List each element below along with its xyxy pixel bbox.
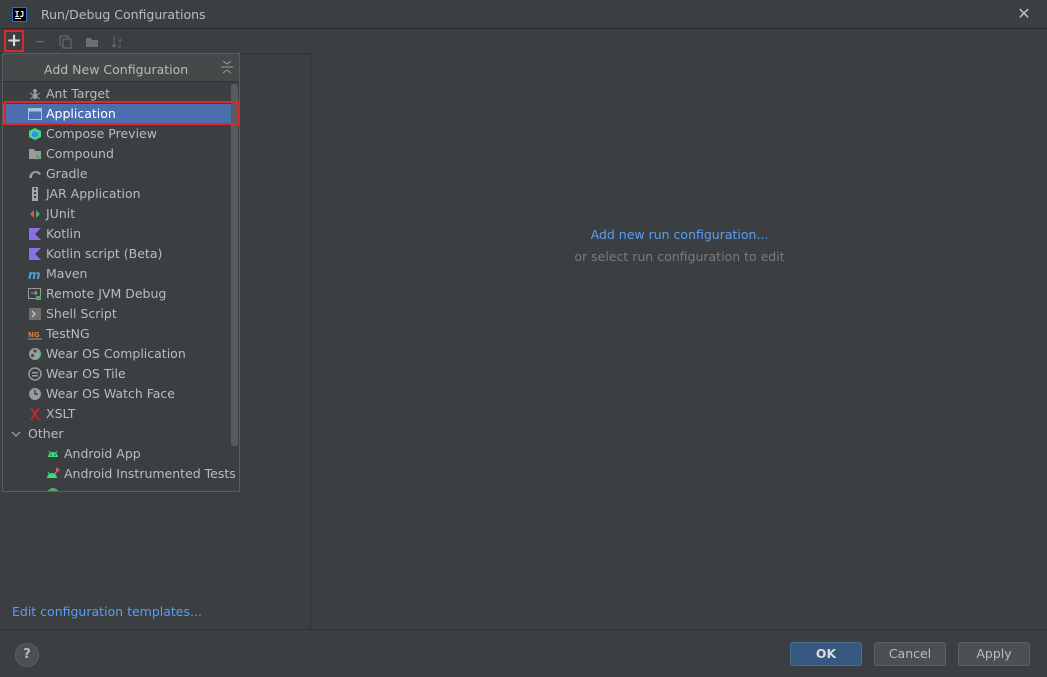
list-item-gradle[interactable]: Gradle — [3, 164, 231, 184]
copy-icon — [59, 35, 72, 49]
popup-title: Add New Configuration — [44, 62, 189, 77]
remote-debug-icon — [28, 288, 41, 300]
window-title: Run/Debug Configurations — [41, 7, 206, 22]
list-item-maven[interactable]: m Maven — [3, 264, 231, 284]
list-item-label: Wear OS Watch Face — [46, 386, 175, 401]
wear-complication-icon — [29, 348, 41, 360]
list-item-label: Remote JVM Debug — [46, 286, 167, 301]
list-item-shell-script[interactable]: Shell Script — [3, 304, 231, 324]
list-item-label: Android App — [64, 446, 141, 461]
list-item-label: Android Instrumented Tests — [64, 466, 236, 481]
configuration-editor-panel: Add new run configuration... or select r… — [312, 29, 1047, 629]
config-toolbar: + − az — [0, 29, 311, 54]
list-item-compound[interactable]: Compound — [3, 144, 231, 164]
list-item-label: Shell Script — [46, 306, 117, 321]
svg-text:NG: NG — [28, 331, 40, 339]
list-item-label: Maven — [46, 266, 88, 281]
list-item-label: JUnit — [46, 206, 76, 221]
list-item-label: Kotlin script (Beta) — [46, 246, 163, 261]
sort-configurations-button[interactable]: az — [108, 32, 128, 52]
configuration-type-list: Ant Target Application Compose Preview C… — [3, 83, 239, 491]
groovy-icon — [47, 488, 59, 491]
dialog-footer: ? OK Cancel Apply — [0, 629, 1047, 677]
add-new-configuration-popup: Add New Configuration Ant Target Applica… — [2, 53, 240, 492]
popup-scrollbar[interactable] — [231, 84, 238, 446]
compound-icon — [29, 149, 41, 160]
select-configuration-hint: or select run configuration to edit — [574, 249, 785, 264]
list-item-label: Wear OS Complication — [46, 346, 186, 361]
list-item-label: JAR Application — [46, 186, 141, 201]
list-item-android-instrumented-tests[interactable]: Android Instrumented Tests — [3, 464, 236, 484]
list-item-label: TestNG — [46, 326, 90, 341]
remove-configuration-button[interactable]: − — [30, 32, 50, 52]
intellij-logo-icon: IJ — [12, 7, 27, 22]
xslt-icon — [30, 407, 40, 421]
popup-header: Add New Configuration — [3, 54, 239, 82]
apply-button[interactable]: Apply — [958, 642, 1030, 666]
chevron-down-icon — [11, 431, 21, 437]
ant-icon — [29, 89, 41, 100]
list-item-partially-hidden — [3, 484, 231, 491]
cancel-button[interactable]: Cancel — [874, 642, 946, 666]
shell-icon — [29, 308, 41, 320]
svg-text:z: z — [118, 43, 121, 49]
edit-configuration-templates-link[interactable]: Edit configuration templates... — [12, 604, 202, 619]
move-to-folder-button[interactable] — [82, 32, 102, 52]
list-item-label: Gradle — [46, 166, 88, 181]
list-item-compose-preview[interactable]: Compose Preview — [3, 124, 231, 144]
list-item-wear-os-watch-face[interactable]: Wear OS Watch Face — [3, 384, 231, 404]
wear-watchface-icon — [29, 388, 41, 400]
gradle-icon — [29, 171, 41, 178]
add-configuration-button[interactable]: + — [4, 30, 24, 52]
android-test-icon — [47, 467, 60, 478]
add-new-run-configuration-link[interactable]: Add new run configuration... — [312, 227, 1047, 242]
list-item-label: Ant Target — [46, 86, 111, 101]
compose-icon — [29, 128, 41, 140]
svg-text:m: m — [28, 268, 41, 281]
sort-icon: az — [111, 36, 122, 49]
list-item-wear-os-tile[interactable]: Wear OS Tile — [3, 364, 231, 384]
list-item-label: Compose Preview — [46, 126, 157, 141]
ok-button[interactable]: OK — [790, 642, 862, 666]
collapse-all-icon[interactable] — [221, 59, 233, 75]
list-item-application[interactable]: Application — [3, 104, 231, 124]
list-item-jar-application[interactable]: JAR Application — [3, 184, 231, 204]
list-group-label: Other — [28, 426, 64, 441]
list-item-wear-os-complication[interactable]: Wear OS Complication — [3, 344, 231, 364]
testng-icon: NG — [28, 331, 42, 340]
kotlin-script-icon — [29, 248, 41, 260]
list-item-testng[interactable]: NG TestNG — [3, 324, 231, 344]
list-item-ant-target[interactable]: Ant Target — [3, 84, 231, 104]
copy-configuration-button[interactable] — [56, 32, 76, 52]
close-icon[interactable]: ✕ — [1015, 5, 1033, 23]
list-item-label: XSLT — [46, 406, 76, 421]
application-icon — [28, 108, 42, 120]
list-item-label: Compound — [46, 146, 114, 161]
list-item-xslt[interactable]: XSLT — [3, 404, 231, 424]
maven-icon: m — [28, 268, 41, 281]
kotlin-icon — [29, 228, 41, 240]
android-icon — [48, 450, 58, 457]
list-item-kotlin-script[interactable]: Kotlin script (Beta) — [3, 244, 231, 264]
list-item-label: Wear OS Tile — [46, 366, 126, 381]
list-item-label: Kotlin — [46, 226, 81, 241]
list-item-kotlin[interactable]: Kotlin — [3, 224, 231, 244]
list-item-label: Application — [46, 106, 116, 121]
help-button[interactable]: ? — [15, 643, 39, 667]
folder-icon — [86, 38, 98, 47]
wear-tile-icon — [28, 367, 42, 381]
junit-icon — [30, 210, 40, 218]
list-item-android-app[interactable]: Android App — [3, 444, 231, 464]
list-item-junit[interactable]: JUnit — [3, 204, 231, 224]
jar-icon — [32, 187, 38, 201]
title-bar: IJ Run/Debug Configurations ✕ — [0, 0, 1047, 29]
list-item-remote-jvm-debug[interactable]: Remote JVM Debug — [3, 284, 231, 304]
list-group-other[interactable]: Other — [3, 424, 231, 444]
